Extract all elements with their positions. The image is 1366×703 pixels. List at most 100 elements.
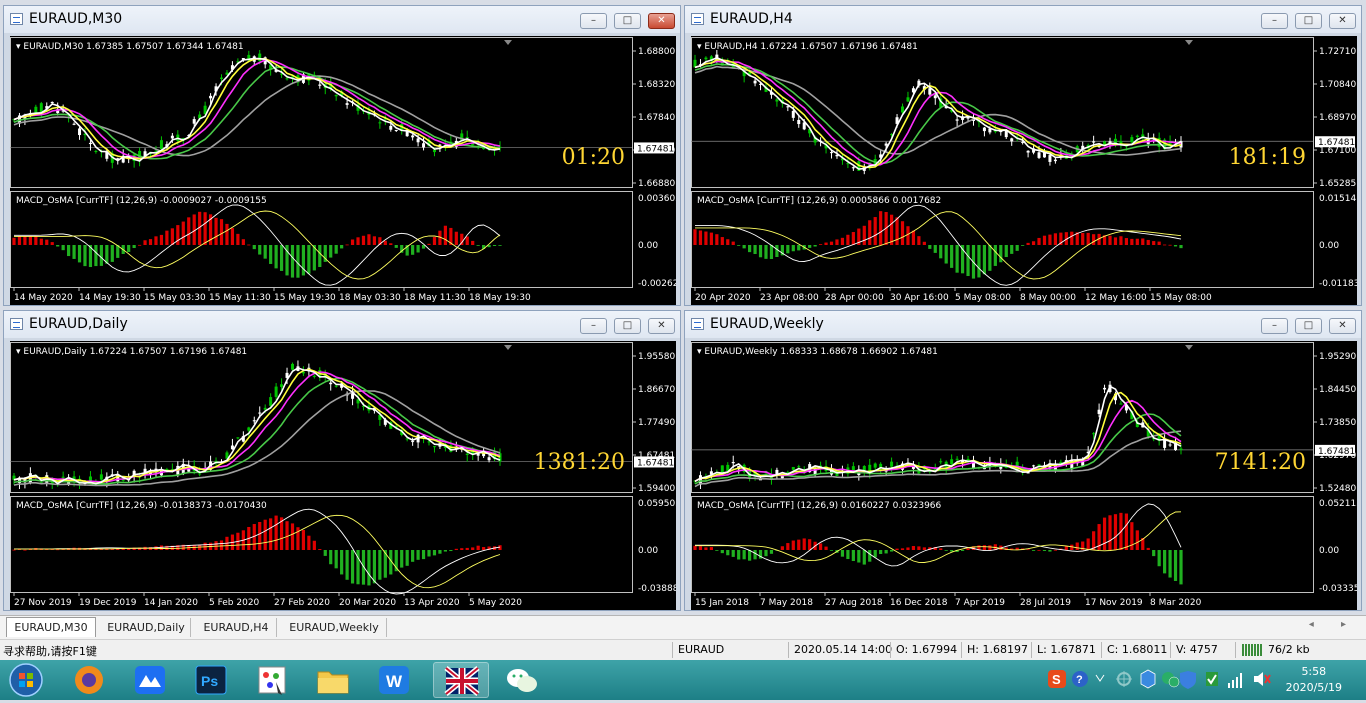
mt4-terminal-icon[interactable] [433, 662, 489, 698]
maximize-button[interactable]: □ [1295, 318, 1322, 334]
close-button[interactable]: ✕ [648, 13, 675, 29]
price-chart[interactable]: ▾ EURAUD,Daily 1.67224 1.67507 1.67196 1… [10, 341, 676, 610]
time-axis-label: 15 Jan 2018 [695, 598, 749, 608]
chart-window[interactable]: EURAUD,Daily – □ ✕ ▾ EURAUD,Daily 1.6722… [3, 310, 681, 611]
osma-bar [906, 547, 910, 550]
candle [1119, 400, 1123, 405]
osma-bar [742, 245, 746, 249]
macd-main-line [14, 508, 501, 595]
price-axis-label: 1.86670 [638, 385, 675, 395]
osma-bar [1113, 514, 1118, 550]
price-chart[interactable]: ▾ EURAUD,H4 1.67224 1.67507 1.67196 1.67… [691, 36, 1357, 305]
osma-bar [933, 245, 937, 253]
candle [851, 166, 855, 171]
minimize-button[interactable]: – [580, 318, 607, 334]
macd-signal-line [14, 514, 501, 589]
paint-icon[interactable] [246, 662, 298, 698]
osma-bar [868, 550, 872, 562]
osma-bar [780, 546, 784, 550]
taskbar-clock[interactable]: 5:58 2020/5/19 [1286, 664, 1342, 696]
status-help-text: 寻求帮助,请按F1键 [3, 645, 97, 658]
time-axis-label: 5 May 08:00 [955, 293, 1011, 303]
osma-bar [443, 225, 447, 245]
osma-bar [148, 239, 153, 245]
wechat-icon[interactable] [496, 662, 548, 698]
chart-window[interactable]: EURAUD,Weekly – □ ✕ ▾ EURAUD,Weekly 1.68… [684, 310, 1362, 611]
price-chart[interactable]: ▾ EURAUD,M30 1.67385 1.67507 1.67344 1.6… [10, 36, 676, 305]
tab-euraud-m30[interactable]: EURAUD,M30 [6, 617, 96, 637]
security-check-icon [1206, 672, 1218, 686]
lanhu-icon[interactable] [124, 662, 176, 698]
osma-bar [416, 550, 420, 560]
window-titlebar[interactable]: EURAUD,Weekly – □ ✕ [685, 311, 1361, 338]
minimize-button[interactable]: – [580, 13, 607, 29]
osma-bar [318, 245, 322, 268]
osma-bar [895, 548, 899, 550]
osma-bar [454, 231, 458, 245]
close-button[interactable]: ✕ [1329, 13, 1356, 29]
osma-bar [290, 245, 295, 278]
osma-bar [824, 546, 828, 550]
osma-bar [356, 237, 360, 245]
maximize-button[interactable]: □ [614, 318, 641, 334]
osma-bar [857, 550, 861, 563]
price-axis-label: 1.77490 [638, 418, 675, 428]
wps-icon[interactable]: W [368, 662, 420, 698]
box-icon [1140, 669, 1156, 689]
macd-main-line [695, 204, 1182, 286]
file-explorer-icon[interactable] [307, 662, 359, 698]
osma-bar [758, 245, 763, 258]
tab-euraud-weekly[interactable]: EURAUD,Weekly [282, 618, 387, 637]
osma-bar [127, 548, 131, 550]
photoshop-icon[interactable]: Ps [185, 662, 237, 698]
osma-bar [432, 236, 437, 245]
osma-bar [982, 245, 987, 275]
macd-axis-label: 0.0036051 [638, 194, 676, 204]
osma-bar [471, 240, 475, 245]
start-button[interactable] [0, 662, 56, 698]
candle [884, 466, 888, 477]
osma-bar [411, 245, 415, 255]
close-button[interactable]: ✕ [648, 318, 675, 334]
chart-window[interactable]: EURAUD,M30 – □ ✕ ▾ EURAUD,M30 1.67385 1.… [3, 5, 681, 306]
time-axis-label: 20 Apr 2020 [695, 293, 751, 303]
minimize-button[interactable]: – [1261, 13, 1288, 29]
osma-bar [110, 245, 114, 262]
osma-bar [170, 228, 174, 245]
bar-countdown: 7141:20 [1215, 450, 1306, 475]
osma-bar [411, 550, 415, 562]
window-titlebar[interactable]: EURAUD,Daily – □ ✕ [4, 311, 680, 338]
maximize-button[interactable]: □ [614, 13, 641, 29]
tab-euraud-daily[interactable]: EURAUD,Daily [102, 618, 191, 637]
candle [296, 360, 300, 372]
window-titlebar[interactable]: EURAUD,M30 – □ ✕ [4, 6, 680, 33]
osma-bar [873, 550, 877, 558]
osma-histogram [693, 512, 1183, 585]
osma-bar [1152, 241, 1156, 245]
osma-bar [23, 549, 27, 551]
price-pane-frame [10, 37, 633, 188]
volume-muted-icon [1254, 672, 1271, 686]
osma-bar [840, 237, 845, 245]
osma-bar [405, 550, 409, 566]
time-axis-label: 30 Apr 16:00 [890, 293, 949, 303]
network-crosshair-icon [1116, 671, 1132, 687]
chart-window[interactable]: EURAUD,H4 – □ ✕ ▾ EURAUD,H4 1.67224 1.67… [684, 5, 1362, 306]
tab-euraud-h4[interactable]: EURAUD,H4 [196, 618, 277, 637]
minimize-button[interactable]: – [1261, 318, 1288, 334]
maximize-button[interactable]: □ [1295, 13, 1322, 29]
firefox-icon[interactable] [63, 662, 115, 698]
window-titlebar[interactable]: EURAUD,H4 – □ ✕ [685, 6, 1361, 33]
time-axis-label: 17 Nov 2019 [1085, 598, 1143, 608]
shield-icon [1180, 671, 1196, 689]
osma-bar [329, 550, 333, 565]
close-button[interactable]: ✕ [1329, 318, 1356, 334]
price-pane-frame [691, 37, 1314, 188]
tab-scroll-arrows[interactable]: ◂ ▸ [1309, 619, 1358, 630]
osma-bar [219, 219, 224, 245]
candle [1026, 150, 1030, 158]
price-chart[interactable]: ▾ EURAUD,Weekly 1.68333 1.68678 1.66902 … [691, 341, 1357, 610]
osma-bar [808, 539, 812, 550]
osma-bar [939, 548, 943, 550]
time-axis-label: 14 May 2020 [14, 293, 73, 303]
